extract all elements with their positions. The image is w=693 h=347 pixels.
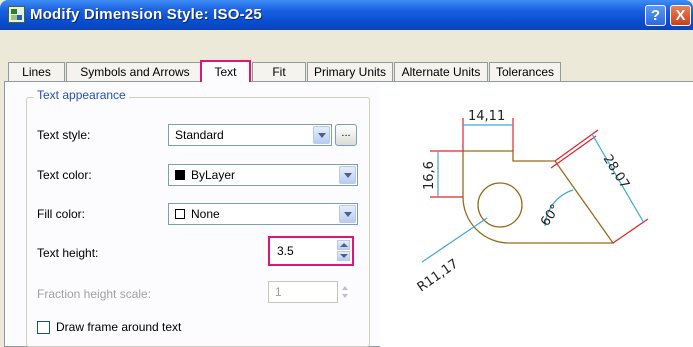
dim-radius-text: R11,17 (415, 256, 461, 295)
fill-color-label: Fill color: (37, 207, 86, 221)
title-bar: Modify Dimension Style: ISO-25 ? X (0, 0, 693, 30)
spin-down-icon[interactable] (337, 251, 350, 261)
tab-fit[interactable]: Fit (252, 62, 306, 81)
text-height-label: Text height: (37, 246, 99, 260)
tab-strip: Lines Symbols and Arrows Text Fit Primar… (0, 60, 693, 82)
tab-alternate-units[interactable]: Alternate Units (394, 62, 488, 81)
dim-top-text: 14,11 (468, 109, 505, 124)
fraction-height-scale-stepper[interactable] (340, 282, 352, 302)
tab-symbols-and-arrows[interactable]: Symbols and Arrows (66, 62, 204, 81)
chevron-down-icon[interactable] (313, 126, 330, 144)
spin-up-icon[interactable] (337, 240, 350, 250)
dimension-lines (421, 124, 645, 263)
tab-lines[interactable]: Lines (8, 62, 65, 81)
text-style-label: Text style: (37, 128, 91, 142)
empty-swatch-icon (175, 209, 185, 219)
text-color-select[interactable]: ByLayer (168, 164, 358, 186)
help-button[interactable]: ? (645, 5, 666, 26)
text-color-value: ByLayer (191, 168, 236, 182)
close-button[interactable]: X (670, 5, 691, 26)
text-color-label: Text color: (37, 168, 92, 182)
chevron-down-icon[interactable] (339, 166, 356, 184)
tab-text[interactable]: Text (200, 60, 251, 82)
text-height-value: 3.5 (277, 244, 294, 258)
tab-tolerances[interactable]: Tolerances (489, 62, 561, 81)
fill-color-select[interactable]: None (168, 203, 358, 225)
draw-frame-checkbox[interactable] (37, 321, 50, 334)
dim-left-text: 16,6 (422, 161, 437, 190)
fill-color-value: None (191, 207, 220, 221)
dimension-preview: 14,11 16,6 28,07 60° R11,17 (380, 86, 693, 347)
text-style-browse-button[interactable]: ... (335, 124, 357, 146)
dim-angle-text: 60° (538, 202, 564, 229)
text-style-value: Standard (175, 128, 224, 142)
preview-drawing: 14,11 16,6 28,07 60° R11,17 (415, 109, 649, 295)
text-style-select[interactable]: Standard (168, 124, 332, 146)
spin-down-icon[interactable] (342, 294, 348, 298)
modify-dimension-style-dialog: Modify Dimension Style: ISO-25 ? X Lines… (0, 0, 693, 347)
tab-primary-units[interactable]: Primary Units (307, 62, 393, 81)
spin-up-icon[interactable] (342, 286, 348, 290)
window-title: Modify Dimension Style: ISO-25 (30, 6, 262, 23)
dimension-texts: 14,11 16,6 28,07 60° R11,17 (415, 109, 632, 295)
text-appearance-label: Text appearance (34, 88, 129, 102)
chevron-down-icon[interactable] (339, 205, 356, 223)
fraction-height-scale-input[interactable]: 1 (268, 281, 338, 303)
dim-right-text: 28,07 (600, 152, 632, 192)
object-outline (462, 150, 615, 244)
color-swatch-icon (175, 170, 185, 180)
text-height-stepper[interactable] (337, 240, 350, 262)
text-height-input[interactable]: 3.5 (268, 236, 354, 266)
fraction-height-scale-label: Fraction height scale: (37, 287, 152, 301)
autocad-app-icon (8, 6, 25, 23)
draw-frame-label: Draw frame around text (56, 320, 182, 334)
fraction-height-scale-value: 1 (275, 285, 282, 299)
